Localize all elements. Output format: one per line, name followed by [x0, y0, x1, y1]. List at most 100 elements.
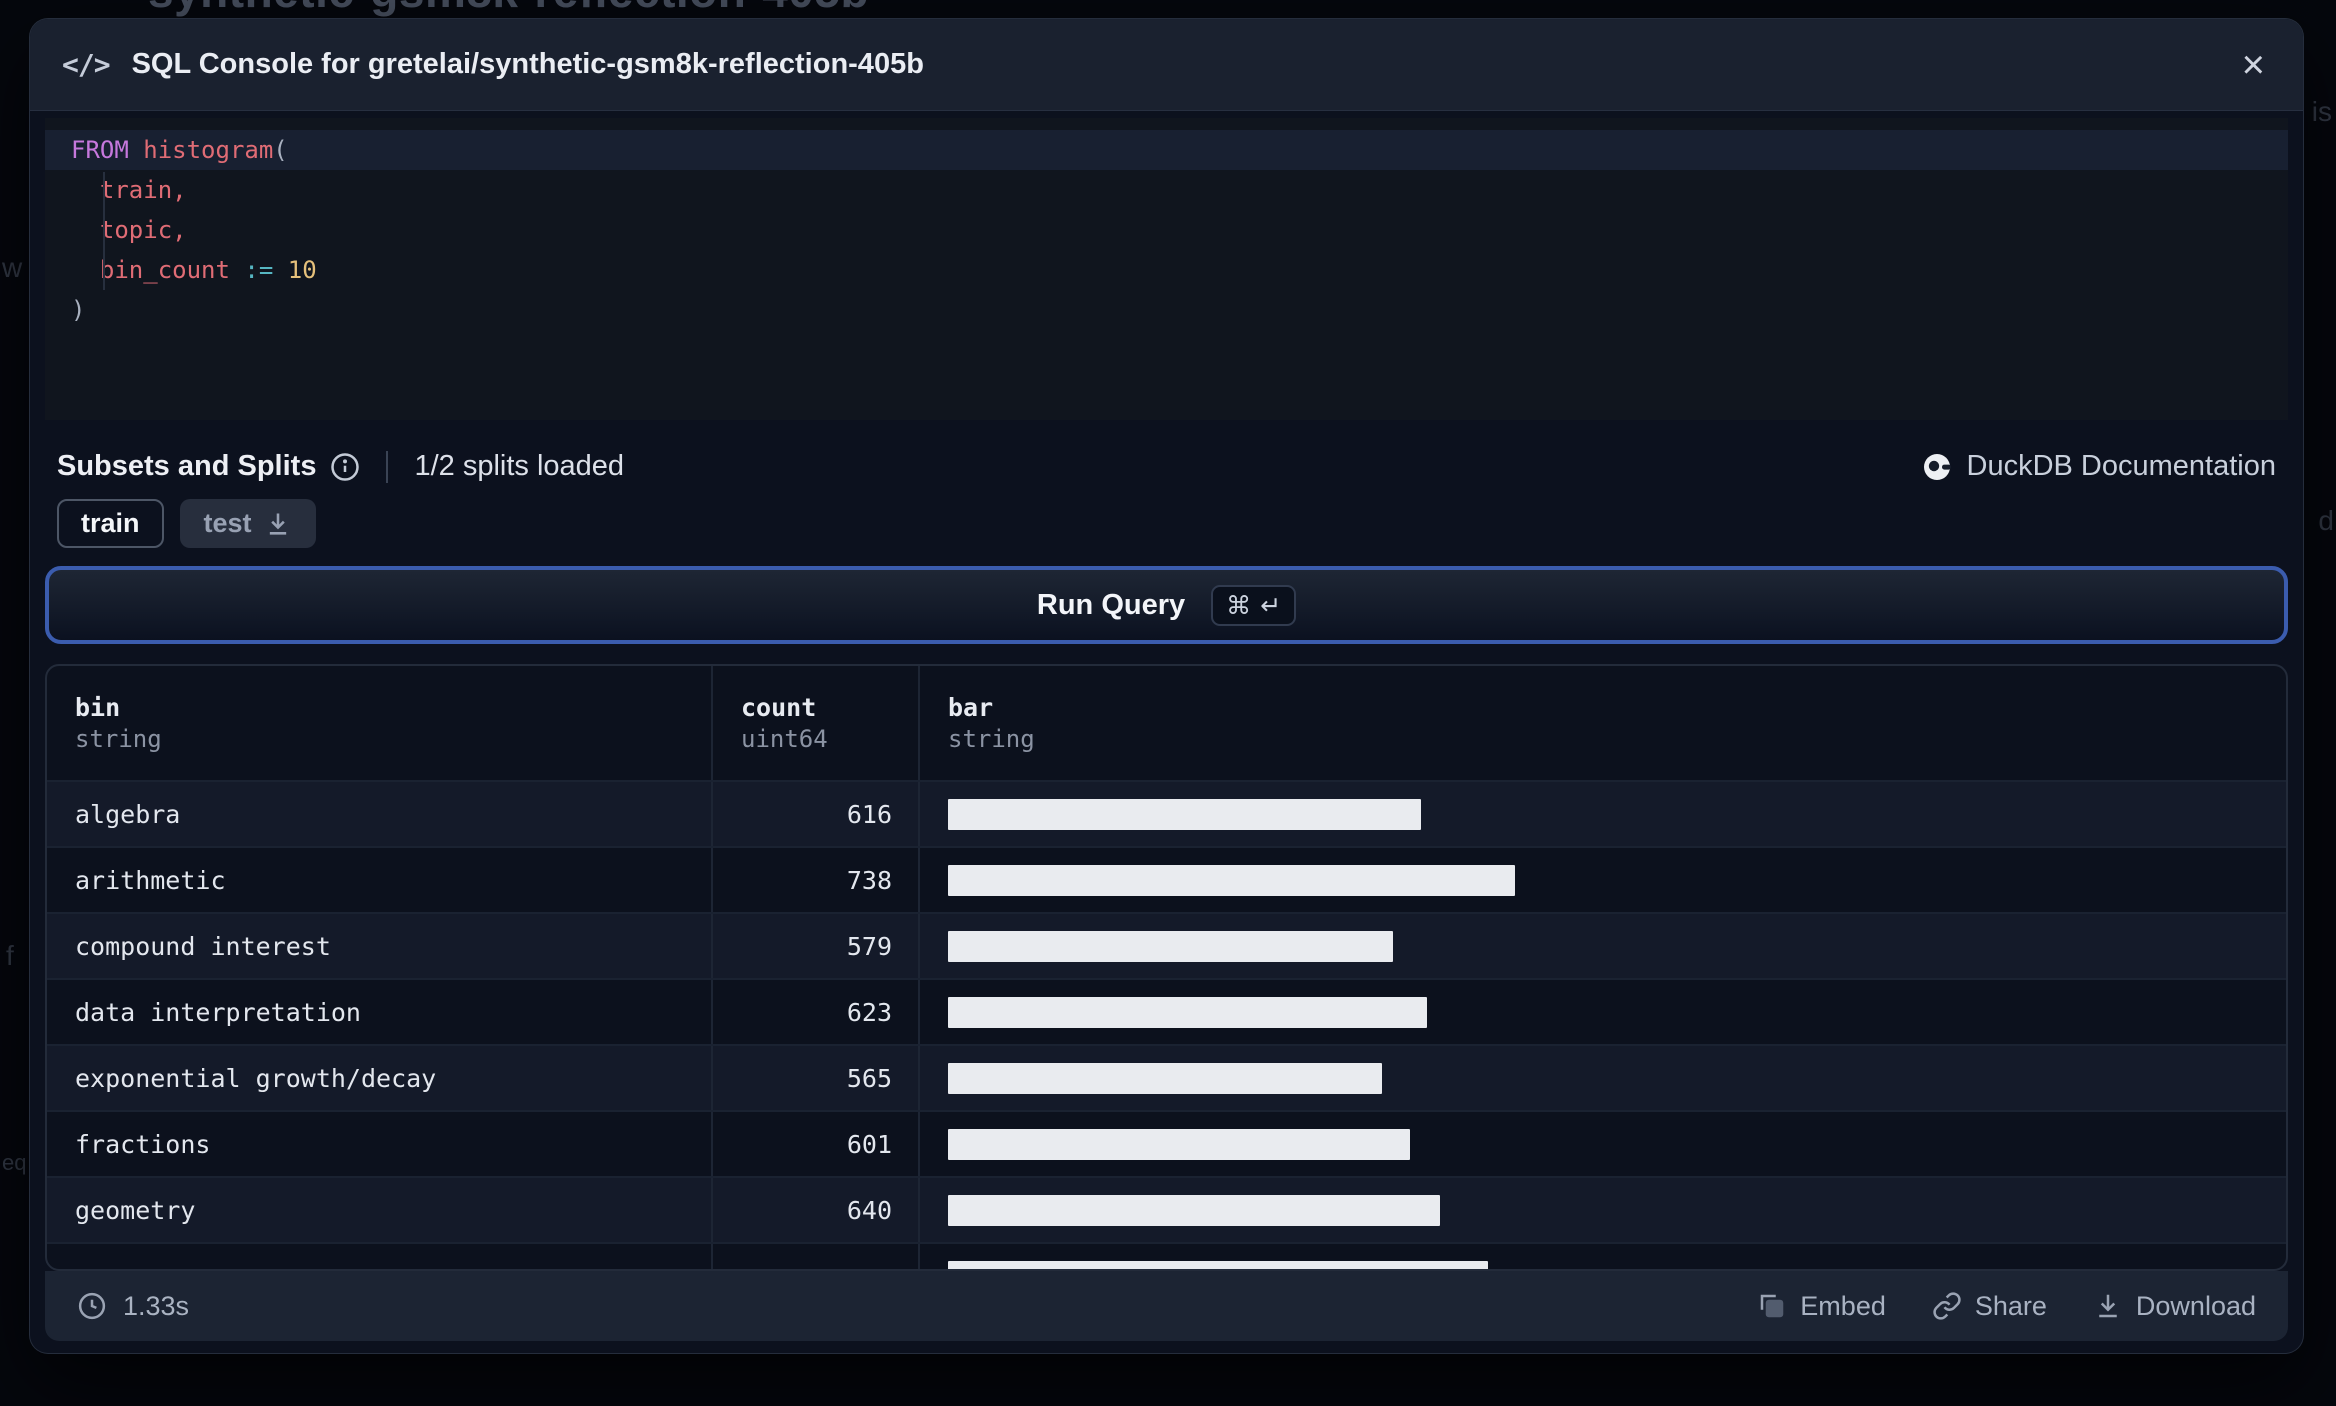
embed-button[interactable]: Embed [1757, 1291, 1886, 1322]
histogram-bar [948, 996, 1427, 1028]
column-header-bin: bin string [75, 693, 162, 753]
histogram-bar [948, 864, 1515, 896]
modal-header: </> SQL Console for gretelai/synthetic-g… [30, 19, 2303, 111]
cell-bin: arithmetic [75, 865, 226, 895]
histogram-bar [948, 930, 1393, 962]
backdrop-fragment: eq [2, 1150, 27, 1175]
cell-count: 623 [711, 980, 918, 1044]
histogram-bar [948, 1260, 1488, 1269]
histogram-bar [948, 1062, 1382, 1094]
cell-bin: geometry [75, 1195, 196, 1225]
cell-bin: algebra [75, 799, 181, 829]
backdrop-page-heading: synthetic-gsm8k-reflection-405b [148, 0, 869, 18]
table-header-row: bin string count uint64 bar string [47, 666, 2286, 780]
duckdb-documentation-link[interactable]: DuckDB Documentation [1922, 450, 2276, 483]
indent-guide [103, 172, 105, 290]
code-token: FROM [71, 136, 129, 164]
table-row: compound interest 579 [47, 912, 2286, 978]
run-query-label: Run Query [1036, 588, 1186, 621]
share-icon [1933, 1292, 1961, 1320]
cell-bar [918, 1112, 2286, 1176]
run-query-button[interactable]: Run Query ⌘ ↵ [45, 566, 2288, 644]
split-chip-label: train [81, 508, 140, 538]
info-icon[interactable] [330, 452, 360, 482]
footer-button-label: Download [2135, 1290, 2256, 1321]
cell-count: 565 [711, 1046, 918, 1110]
cmd-icon: ⌘ [1226, 590, 1252, 620]
cell-count: 640 [711, 1178, 918, 1242]
table-row: algebra 616 [47, 780, 2286, 846]
return-icon: ↵ [1260, 590, 1282, 620]
duckdb-logo-icon [1923, 453, 1951, 480]
cell-bin: compound interest [75, 931, 331, 961]
code-token: train [99, 176, 173, 204]
histogram-bar [948, 798, 1421, 830]
clock-icon [78, 1292, 106, 1320]
cmd-enter-kbd: ⌘ ↵ [1211, 584, 1297, 626]
download-icon [2099, 1294, 2117, 1318]
cell-count: 579 [711, 914, 918, 978]
subsets-title: Subsets and Splits [57, 450, 317, 482]
download-button[interactable]: Download [2093, 1291, 2256, 1322]
code-token: 10 [287, 256, 317, 284]
table-row: exponential growth/decay 565 [47, 1044, 2286, 1110]
split-chip-train[interactable]: train [57, 499, 164, 548]
cell-bar [918, 980, 2286, 1044]
backdrop-fragment: f [6, 940, 14, 971]
cell-bin: data interpretation [75, 997, 361, 1027]
footer-actions: Embed Share Download [1757, 1291, 2256, 1322]
backdrop-fragment: d [2318, 505, 2334, 536]
code-line: topic, [45, 210, 2288, 250]
cell-bar [918, 782, 2286, 846]
table-row [47, 1242, 2286, 1269]
cell-bin: exponential growth/decay [75, 1063, 437, 1093]
code-token: ) [71, 296, 86, 324]
code-line: bin_count := 10 [45, 250, 2288, 290]
cell-bar [918, 914, 2286, 978]
embed-icon [1761, 1294, 1784, 1318]
split-chip-test[interactable]: test [179, 499, 316, 548]
histogram-bar [948, 1128, 1410, 1160]
sql-editor[interactable]: FROM histogram( train, topic, bin_count … [45, 118, 2288, 420]
code-token: bin_count [99, 256, 230, 284]
splits-row: train test [45, 499, 2288, 548]
query-results-table: bin string count uint64 bar string algeb… [45, 664, 2288, 1271]
cell-bar [918, 848, 2286, 912]
close-icon[interactable]: × [2236, 45, 2271, 85]
share-button[interactable]: Share [1932, 1291, 2047, 1322]
cell-count: 616 [711, 782, 918, 846]
cell-count [711, 1244, 918, 1269]
footer-button-label: Embed [1800, 1290, 1886, 1321]
code-token: , [172, 176, 187, 204]
code-token: , [172, 216, 187, 244]
backdrop-fragment: is [2311, 96, 2332, 127]
sql-console-modal: </> SQL Console for gretelai/synthetic-g… [30, 19, 2303, 1353]
cell-bar [918, 1178, 2286, 1242]
table-row: fractions 601 [47, 1110, 2286, 1176]
download-icon [269, 513, 286, 535]
column-header-bar: bar string [918, 666, 2286, 780]
footer-button-label: Share [1974, 1290, 2047, 1321]
modal-title: SQL Console for gretelai/synthetic-gsm8k… [131, 48, 924, 80]
cell-bar [918, 1046, 2286, 1110]
code-icon: </> [62, 48, 111, 81]
cell-bin: fractions [75, 1129, 211, 1159]
cell-bin [47, 1244, 711, 1269]
code-line: FROM histogram( [45, 130, 2288, 170]
doc-link-label: DuckDB Documentation [1966, 450, 2276, 482]
code-token: topic [99, 216, 173, 244]
query-duration: 1.33s [123, 1290, 190, 1321]
code-line: ) [45, 290, 2288, 330]
cell-count: 601 [711, 1112, 918, 1176]
backdrop-fragment: w [2, 252, 23, 283]
divider [386, 450, 389, 483]
table-row: geometry 640 [47, 1176, 2286, 1242]
results-footer: 1.33s Embed Share Download [45, 1271, 2288, 1341]
histogram-bar [948, 1194, 1440, 1226]
